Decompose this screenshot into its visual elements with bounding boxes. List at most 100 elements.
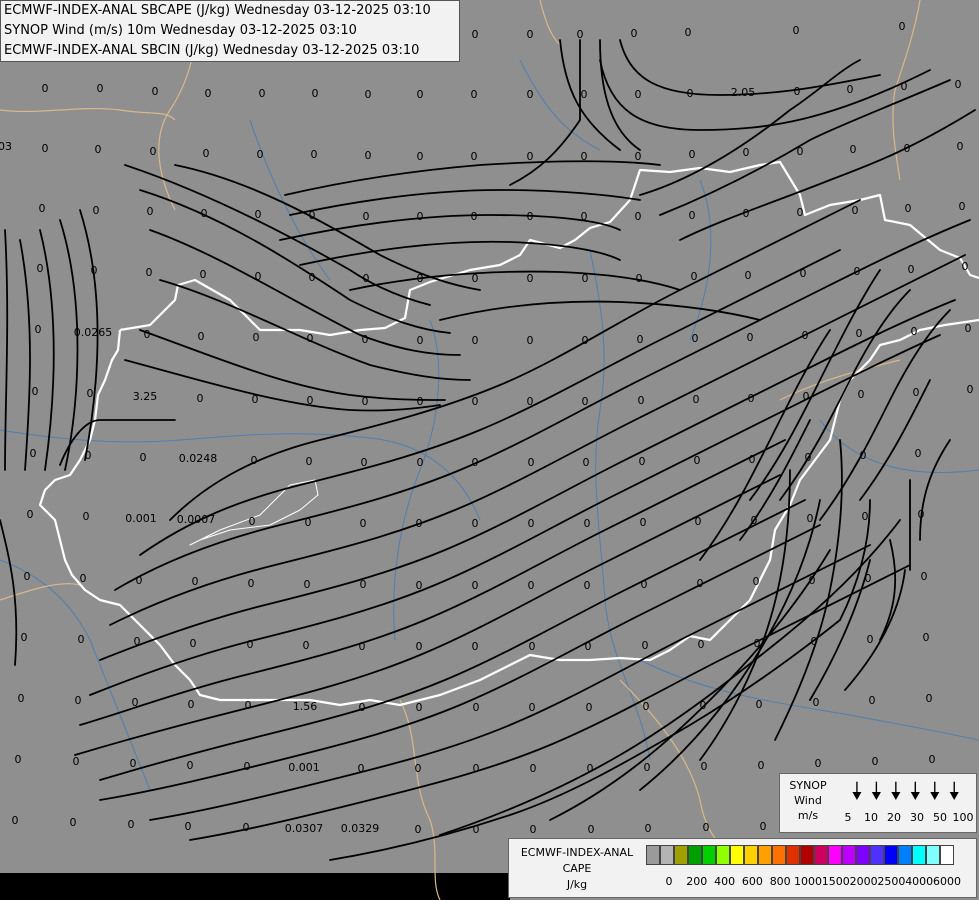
cape-value-label: 0 [635,88,642,101]
synop-value: 5 [844,811,852,824]
cape-value-label: 0 [687,87,694,100]
cape-value-label: 0 [415,823,422,836]
cape-value-label: 0 [528,579,535,592]
cape-value-label: 03 [0,140,12,153]
cape-value-label: 0 [645,822,652,835]
cape-value-label: 0 [75,694,82,707]
cape-value-label: 0 [852,204,859,217]
cape-value-label: 0.001 [288,761,320,774]
cape-value-label: 0 [417,395,424,408]
cape-legend-title: ECMWF-INDEX-ANAL CAPE J/kg [513,845,641,893]
cape-value-label: 0 [955,78,962,91]
cape-value-label: 0 [815,757,822,770]
cape-value-label: 0.0307 [285,822,324,835]
cape-value-label: 0 [582,272,589,285]
cape-title-line: CAPE [562,862,592,875]
cape-value-label: 0 [585,640,592,653]
cape-title-line: J/kg [566,878,588,891]
cape-value-label: 0 [312,87,319,100]
cape-color-swatch [814,845,828,865]
cape-value-label: 0 [311,148,318,161]
cape-value-label: 0 [529,640,536,653]
cape-color-legend: ECMWF-INDEX-ANAL CAPE J/kg 0 200 400 600 800… [508,838,977,898]
cape-value-label: 0 [303,639,310,652]
cape-value-label: 1.56 [293,700,318,713]
cape-value-label: 0 [130,757,137,770]
cape-value-label: 0 [362,333,369,346]
cape-value-label: 0 [363,272,370,285]
cape-value-label: 0 [18,692,25,705]
synop-title-line: SYNOP [789,779,827,792]
cape-value-label: 0 [528,517,535,530]
cape-value-label: 0 [869,694,876,707]
cape-value-label: 0 [251,454,258,467]
cape-value-label: 0 [915,447,922,460]
cape-color-swatch [688,845,702,865]
cape-value-label: 0.0329 [341,822,380,835]
cape-value-label: 0 [921,570,928,583]
wind-arrow-icon [930,781,940,800]
cape-value-label: 0 [24,570,31,583]
cape-color-swatch [828,845,842,865]
cape-value-label: 0 [847,83,854,96]
cape-value-label: 0 [309,271,316,284]
cape-value-label: 0 [472,456,479,469]
cape-value-label: 0 [32,385,39,398]
cape-value-label: 0 [700,699,707,712]
wind-arrow-icon [852,781,862,800]
cape-value-label: 0 [584,517,591,530]
cape-value-label: 0 [472,272,479,285]
cape-value-label: 0 [472,579,479,592]
cape-value-label: 0.0248 [179,452,218,465]
wind-arrow-icon [891,781,901,800]
cape-value-label: 0 [643,700,650,713]
cape-value-label: 0 [640,516,647,529]
wind-arrow-icon [910,781,920,800]
cape-value-label: 0 [754,637,761,650]
cape-value-label: 0 [854,265,861,278]
cape-color-swatch [646,845,660,865]
cape-value-label: 0 [361,456,368,469]
cape-value-label: 0 [923,631,930,644]
cape-value-label: 0 [37,262,44,275]
cape-value-label: 0 [91,264,98,277]
cape-value-label: 0 [748,392,755,405]
cape-value-label: 0 [416,701,423,714]
cape-value-label: 0 [12,814,19,827]
cape-value-label: 0 [528,456,535,469]
cape-value-label: 0 [685,26,692,39]
cape-value-label: 0 [805,451,812,464]
cape-value-label: 0 [862,510,869,523]
synop-value: 50 [933,811,947,824]
cape-value-label: 0 [692,332,699,345]
cape-value-label: 0 [471,88,478,101]
cape-value-label: 0 [15,753,22,766]
cape-value-label: 0 [255,208,262,221]
cape-value-label: 0 [243,821,250,834]
cape-value-label: 0 [93,204,100,217]
cape-color-swatch [744,845,758,865]
wind-arrow-icon [871,781,881,800]
synop-legend-title: SYNOP Wind m/s [782,778,834,823]
cape-value-label: 0 [584,579,591,592]
cape-value-label: 0 [365,149,372,162]
cape-value-label: 0 [245,699,252,712]
cape-title-line: ECMWF-INDEX-ANAL [520,846,634,859]
cape-value-label: 0 [244,760,251,773]
cape-value-label: 0 [97,82,104,95]
cape-value-label: 0 [867,633,874,646]
cape-value-label: 0 [747,331,754,344]
cape-value-label: 0 [304,578,311,591]
cape-value-label: 0 [87,387,94,400]
cape-color-swatch [926,845,940,865]
cape-value-label: 0 [926,692,933,705]
cape-value-label: 0 [583,456,590,469]
cape-value-label: 0 [577,28,584,41]
cape-value-label: 0 [416,517,423,530]
header-cape-line: ECMWF-INDEX-ANAL SBCAPE (J/kg) Wednesday… [4,3,431,18]
cape-value-label: 0 [527,395,534,408]
cape-color-swatch [884,845,898,865]
cape-value-label: 0 [587,762,594,775]
cape-color-swatch [870,845,884,865]
cape-value-label: 0 [529,701,536,714]
